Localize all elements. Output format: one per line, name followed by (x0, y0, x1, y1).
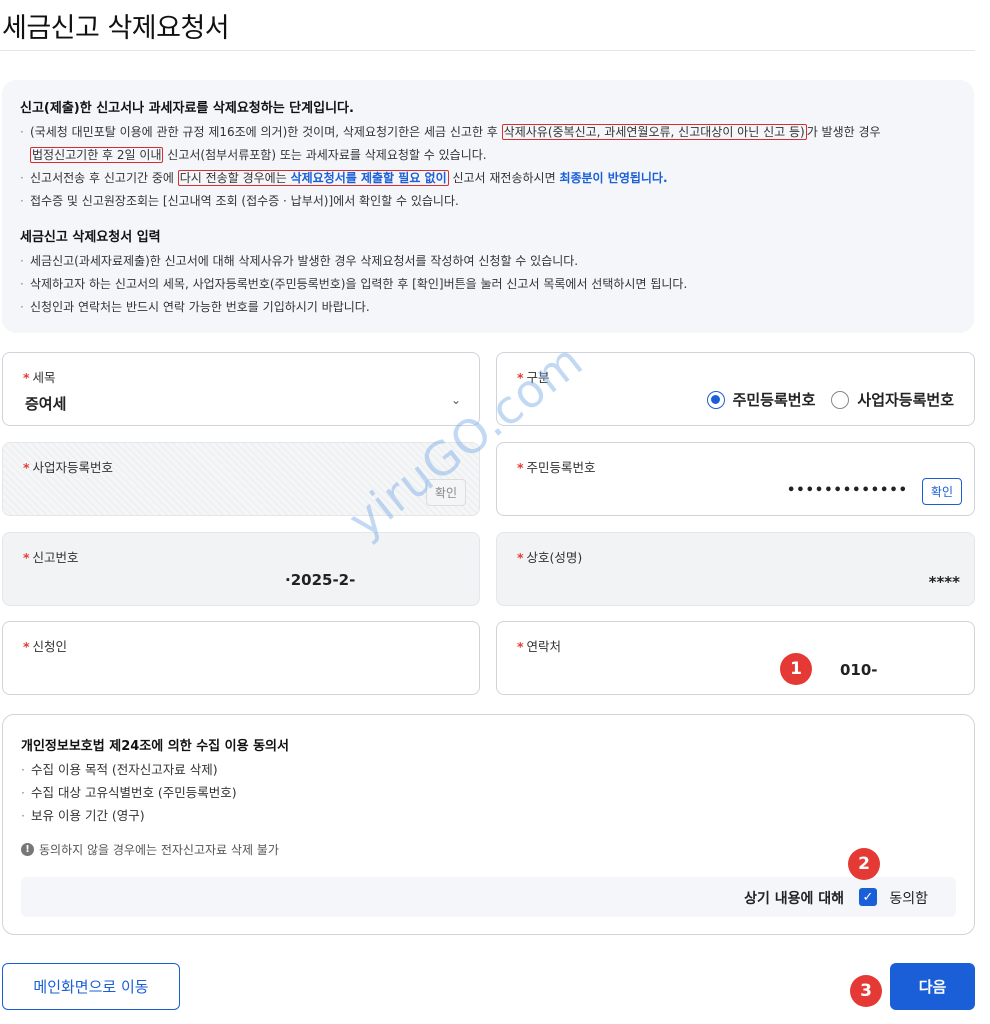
consent-notice: ! 동의하지 않을 경우에는 전자신고자료 삭제 불가 (21, 841, 956, 858)
highlight-box: 삭제사유(중복신고, 과세연월오류, 신고대상이 아닌 신고 등) (501, 124, 807, 140)
go-main-button[interactable]: 메인화면으로 이동 (2, 963, 180, 1010)
list-item: · 수집 이용 목적 (전자신고자료 삭제) (21, 762, 218, 777)
list-item: · 보유 이용 기간 (영구) (21, 808, 145, 823)
info-line: · 신청인과 연락처는 반드시 연락 가능한 번호를 기입하시기 바랍니다. (20, 300, 370, 314)
resident-no-confirm-button[interactable]: 확인 (921, 478, 962, 505)
page-title: 세금신고 삭제요청서 (2, 13, 230, 44)
step-badge-2: 2 (848, 848, 880, 880)
info-panel: 신고(제출)한 신고서나 과세자료를 삭제요청하는 단계입니다. · (국세청 대… (2, 80, 974, 333)
step-badge-3: 3 (850, 975, 882, 1007)
info-line: · 신고서전송 후 신고기간 중에 다시 전송할 경우에는 삭제요청서를 제출할 … (20, 170, 668, 186)
info-line: · (국세청 대민포탈 이용에 관한 규정 제16조에 의거)한 것이며, 삭제요… (20, 124, 881, 140)
radio-biz-no[interactable]: 사업자등록번호 (831, 389, 954, 410)
radio-selected-icon (706, 390, 725, 409)
agree-text: 상기 내용에 대해 (744, 891, 844, 907)
agree-label[interactable]: 동의함 (889, 888, 928, 908)
agree-checkbox[interactable]: ✓ (859, 888, 877, 906)
info-line: 법정신고기한 후 2일 이내 신고서(첨부서류포함) 또는 과세자료를 삭제요청… (30, 147, 487, 163)
agree-bar: 상기 내용에 대해 ✓ 동의함 (21, 877, 956, 917)
title-divider (0, 50, 975, 51)
next-button[interactable]: 다음 (890, 963, 975, 1010)
info-icon: ! (21, 843, 34, 856)
resident-no-field[interactable]: * 주민등록번호 ••••••••••••• 확인 (496, 442, 975, 516)
consent-heading: 개인정보보호법 제24조에 의한 수집 이용 동의서 (21, 739, 289, 754)
category-field: * 구분 주민등록번호 사업자등록번호 (496, 352, 975, 426)
info-heading-step: 신고(제출)한 신고서나 과세자료를 삭제요청하는 단계입니다. (20, 101, 354, 116)
info-heading-input: 세금신고 삭제요청서 입력 (20, 230, 161, 245)
highlight-box: 법정신고기한 후 2일 이내 (30, 147, 164, 163)
privacy-consent-panel: 개인정보보호법 제24조에 의한 수집 이용 동의서 · 수집 이용 목적 (전자… (2, 714, 975, 935)
radio-unselected-icon (831, 390, 850, 409)
biz-no-field: * 사업자등록번호 확인 (2, 442, 480, 516)
report-no-field: * 신고번호 ·2025-2- (2, 532, 480, 606)
info-line: · 세금신고(과세자료제출)한 신고서에 대해 삭제사유가 발생한 경우 삭제요청… (20, 254, 579, 268)
tax-item-select[interactable]: * 세목 증여세 ⌄ (2, 352, 480, 426)
company-name-value: **** (928, 573, 960, 591)
info-line: · 접수증 및 신고원장조회는 [신고내역 조회 (접수증 · 납부서)]에서 확… (20, 194, 459, 208)
company-name-field: * 상호(성명) **** (496, 532, 975, 606)
radio-resident-no[interactable]: 주민등록번호 (706, 389, 815, 410)
tax-item-value: 증여세 (25, 395, 67, 413)
biz-no-confirm-button: 확인 (425, 479, 466, 506)
info-line: · 삭제하고자 하는 신고서의 세목, 사업자등록번호(주민등록번호)을 입력한 … (20, 277, 688, 291)
category-radio-group: 주민등록번호 사업자등록번호 (699, 389, 954, 410)
resident-no-value: ••••••••••••• (786, 483, 908, 498)
step-badge-1: 1 (780, 653, 812, 685)
highlight-box: 다시 전송할 경우에는 삭제요청서를 제출할 필요 없이 (177, 170, 449, 186)
applicant-input[interactable]: * 신청인 (2, 621, 480, 695)
list-item: · 수집 대상 고유식별번호 (주민등록번호) (21, 785, 237, 800)
chevron-down-icon: ⌄ (450, 393, 461, 407)
contact-value: 010- (840, 661, 878, 679)
report-no-value: ·2025-2- (285, 571, 356, 589)
contact-input[interactable]: * 연락처 010- (496, 621, 975, 695)
